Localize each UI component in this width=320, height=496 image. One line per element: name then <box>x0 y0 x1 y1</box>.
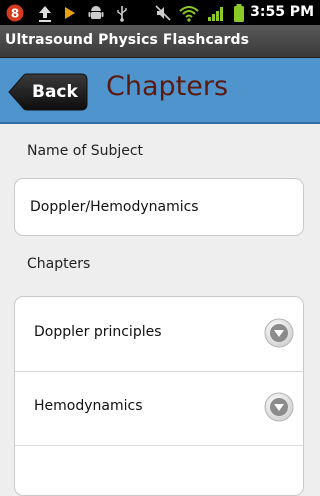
back-button[interactable]: Back <box>8 73 88 111</box>
usb-icon <box>114 3 130 22</box>
subject-value: Doppler/Hemodynamics <box>30 199 199 215</box>
status-bar: 8 3:55 PM <box>0 0 320 25</box>
chapters-list: Doppler principles Hemodynamics <box>14 296 304 496</box>
back-button-label: Back <box>32 82 78 102</box>
android-debug-icon <box>87 3 105 22</box>
signal-icon <box>206 3 226 22</box>
chevron-down-icon[interactable] <box>263 317 295 349</box>
page-title: Chapters <box>106 71 229 102</box>
navigation-bar: Back Chapters <box>0 58 320 124</box>
notification-count: 8 <box>11 7 19 21</box>
subject-section-label: Name of Subject <box>27 143 144 159</box>
chapter-item-label: Doppler principles <box>34 324 162 340</box>
play-store-icon <box>62 3 78 22</box>
chapter-item-doppler-principles[interactable]: Doppler principles <box>15 297 303 372</box>
notification-badge-icon: 8 <box>4 3 26 22</box>
battery-icon <box>232 3 246 22</box>
status-time: 3:55 PM <box>250 4 314 20</box>
chapters-section-label: Chapters <box>27 256 91 272</box>
subject-field: Doppler/Hemodynamics <box>14 178 304 236</box>
app-title-bar: Ultrasound Physics Flashcards <box>0 25 320 58</box>
mute-icon <box>154 3 172 22</box>
upload-icon <box>36 3 54 22</box>
wifi-icon <box>178 3 200 22</box>
chapter-item-label: Hemodynamics <box>34 398 143 414</box>
chevron-down-icon[interactable] <box>263 391 295 423</box>
app-title: Ultrasound Physics Flashcards <box>5 32 249 48</box>
chapter-item-hemodynamics[interactable]: Hemodynamics <box>15 371 303 446</box>
